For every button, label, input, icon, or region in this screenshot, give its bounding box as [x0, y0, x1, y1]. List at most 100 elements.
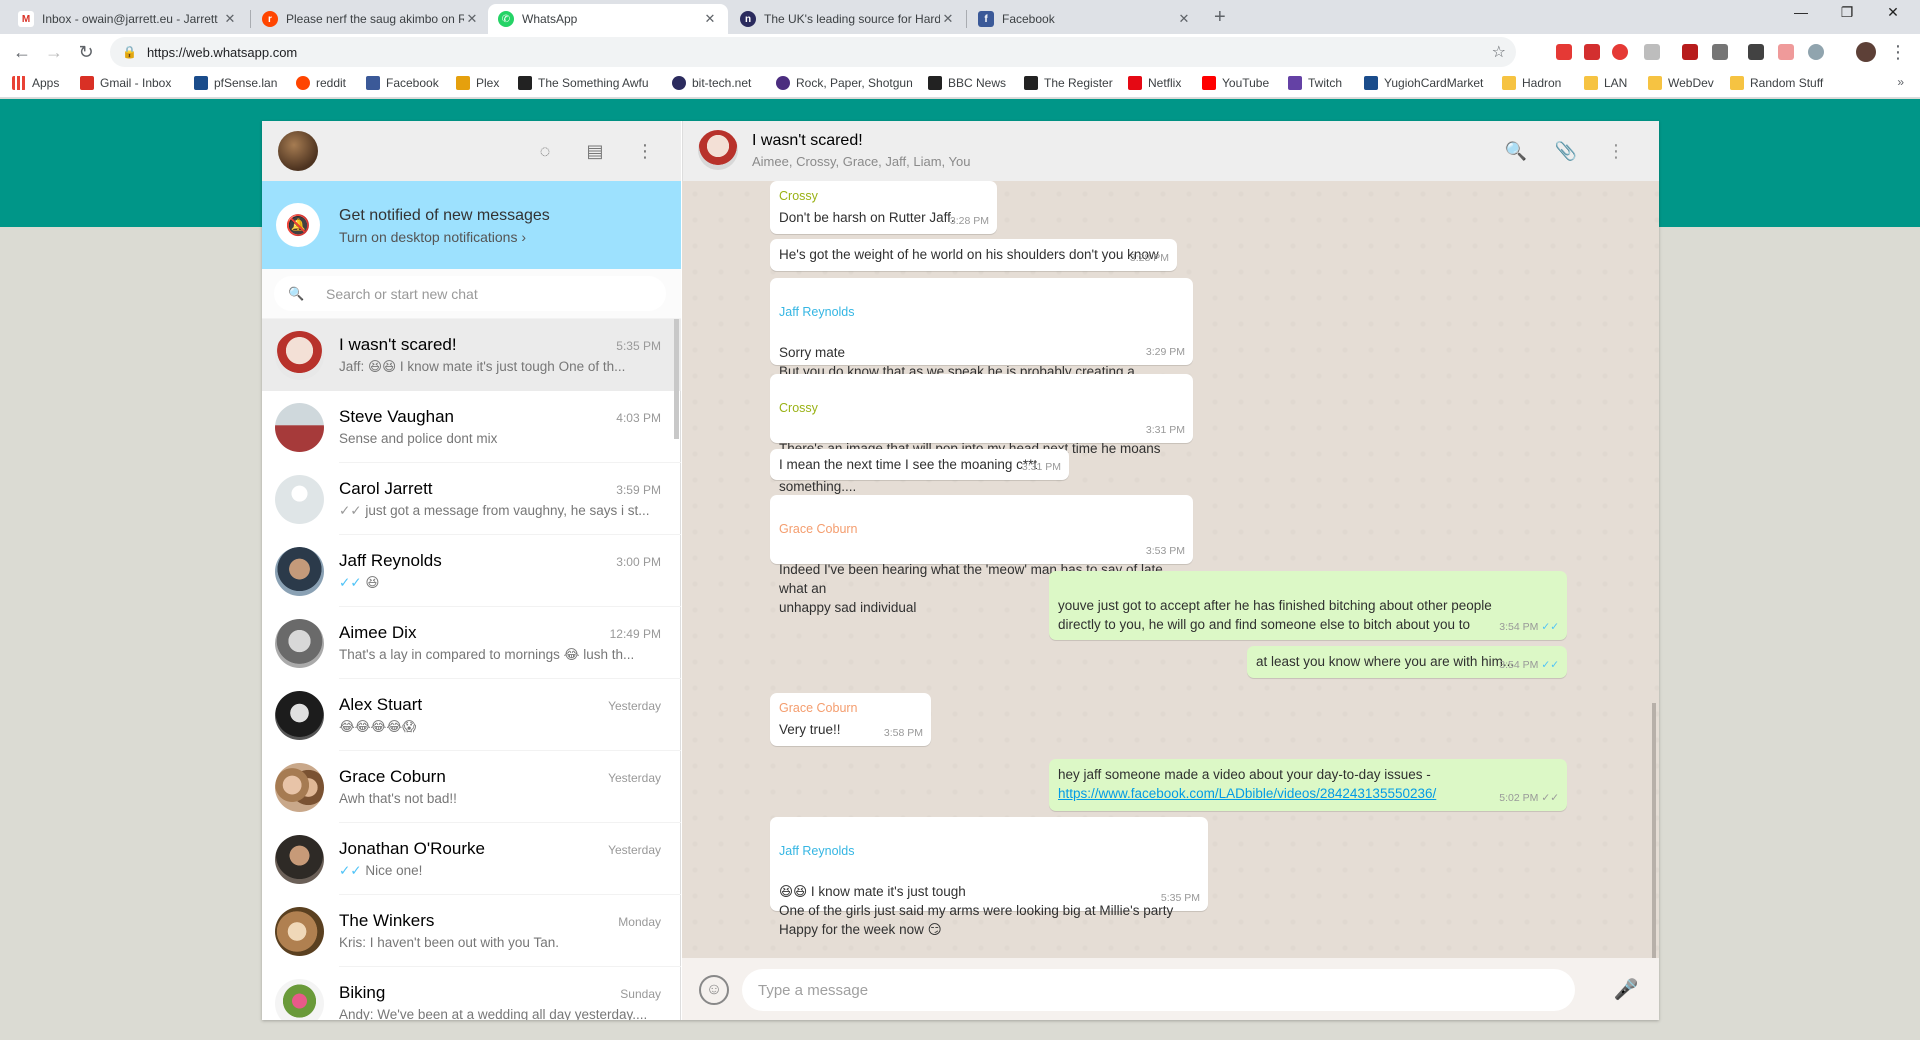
- chat-last-message: Awh that's not bad!!: [339, 791, 457, 806]
- bookmark-netflix[interactable]: Netflix: [1128, 76, 1181, 90]
- bookmark-youtube[interactable]: YouTube: [1202, 76, 1269, 90]
- chat-item[interactable]: Alex Stuart Yesterday 😂😂😂😂😱: [262, 679, 681, 751]
- gmail-icon: [80, 76, 94, 90]
- close-tab-icon[interactable]: ✕: [222, 11, 238, 27]
- profile-avatar[interactable]: [1856, 42, 1876, 62]
- chat-name: Jaff Reynolds: [339, 551, 442, 570]
- sidebar-scrollbar[interactable]: [674, 319, 679, 439]
- bookmark-rps[interactable]: Rock, Paper, Shotgun: [776, 76, 913, 90]
- bookmark-reddit[interactable]: reddit: [296, 76, 346, 90]
- tab-facebook[interactable]: f Facebook ✕: [968, 4, 1202, 34]
- status-icon[interactable]: ◌: [533, 139, 557, 163]
- extension-icon[interactable]: [1612, 44, 1628, 60]
- bookmark-twitch[interactable]: Twitch: [1288, 76, 1342, 90]
- chrome-menu-icon[interactable]: ⋮: [1886, 40, 1910, 64]
- extension-icon[interactable]: [1808, 44, 1824, 60]
- menu-icon[interactable]: ⋮: [633, 139, 657, 163]
- tab-gmail[interactable]: M Inbox - owain@jarrett.eu - Jarrett ✕: [8, 4, 248, 34]
- search-icon[interactable]: 🔍: [1503, 138, 1529, 164]
- enable-notifications-link[interactable]: Turn on desktop notifications ›: [339, 229, 526, 245]
- ublock-icon[interactable]: [1682, 44, 1698, 60]
- address-bar[interactable]: 🔒 https://web.whatsapp.com ☆: [110, 37, 1516, 67]
- attach-icon[interactable]: 📎: [1553, 138, 1579, 164]
- notification-banner[interactable]: 🔕 Get notified of new messages Turn on d…: [262, 181, 681, 269]
- bookmark-folder-webdev[interactable]: WebDev: [1648, 76, 1714, 90]
- extension-icon[interactable]: [1712, 44, 1728, 60]
- bookmark-folder-hadron[interactable]: Hadron: [1502, 76, 1561, 90]
- bookmarks-overflow-button[interactable]: »: [1897, 75, 1904, 89]
- bookmark-plex[interactable]: Plex: [456, 76, 499, 90]
- close-tab-icon[interactable]: ✕: [464, 11, 480, 27]
- bookmark-star-icon[interactable]: ☆: [1492, 42, 1506, 62]
- reddit-icon: [296, 76, 310, 90]
- close-tab-icon[interactable]: ✕: [702, 11, 718, 27]
- message-input[interactable]: [758, 981, 1575, 999]
- chat-item[interactable]: Carol Jarrett 3:59 PM ✓✓ just got a mess…: [262, 463, 681, 535]
- chat-list: I wasn't scared! 5:35 PM Jaff: 😆😆 I know…: [262, 319, 681, 1020]
- tab-whatsapp[interactable]: ✆ WhatsApp ✕: [488, 4, 728, 34]
- microphone-icon[interactable]: 🎤: [1614, 976, 1639, 1002]
- chat-body: Carol Jarrett 3:59 PM ✓✓ just got a mess…: [339, 463, 681, 535]
- reload-button[interactable]: ↻: [74, 40, 98, 64]
- bookmark-register[interactable]: The Register: [1024, 76, 1113, 90]
- chat-item[interactable]: Grace Coburn Yesterday Awh that's not ba…: [262, 751, 681, 823]
- tab-title: Facebook: [1002, 12, 1055, 26]
- my-avatar[interactable]: [278, 131, 318, 171]
- extension-icon[interactable]: [1644, 44, 1660, 60]
- lock-icon: 🔒: [122, 45, 137, 59]
- forward-button[interactable]: →: [42, 40, 66, 64]
- extension-icon[interactable]: [1556, 44, 1572, 60]
- chat-item[interactable]: Jonathan O'Rourke Yesterday ✓✓ Nice one!: [262, 823, 681, 895]
- close-tab-icon[interactable]: ✕: [940, 11, 956, 27]
- back-button[interactable]: ←: [10, 40, 34, 64]
- chat-last-text: 😆: [365, 575, 380, 590]
- extension-icon[interactable]: [1778, 44, 1794, 60]
- avatar: [275, 690, 324, 740]
- twitch-icon: [1288, 76, 1302, 90]
- bookmark-facebook[interactable]: Facebook: [366, 76, 439, 90]
- chat-item[interactable]: Jaff Reynolds 3:00 PM ✓✓ 😆: [262, 535, 681, 607]
- chat-item[interactable]: I wasn't scared! 5:35 PM Jaff: 😆😆 I know…: [262, 319, 681, 391]
- group-avatar[interactable]: [698, 130, 738, 170]
- adblock-icon[interactable]: [1584, 44, 1600, 60]
- bookmark-folder-random[interactable]: Random Stuff: [1730, 76, 1823, 90]
- conversation-panel: I wasn't scared! Aimee, Crossy, Grace, J…: [682, 121, 1659, 1020]
- new-tab-button[interactable]: +: [1214, 6, 1226, 29]
- menu-icon[interactable]: ⋮: [1603, 138, 1629, 164]
- messages-scrollbar[interactable]: [1652, 703, 1656, 958]
- chat-item[interactable]: The Winkers Monday Kris: I haven't been …: [262, 895, 681, 967]
- tab-bittech[interactable]: n The UK's leading source for Hard ✕: [730, 4, 966, 34]
- bookmark-somethingawful[interactable]: The Something Awful: [518, 76, 648, 90]
- extension-icon[interactable]: [1748, 44, 1764, 60]
- chat-last-message: Jaff: 😆😆 I know mate it's just tough One…: [339, 359, 626, 374]
- chat-item[interactable]: Steve Vaughan 4:03 PM Sense and police d…: [262, 391, 681, 463]
- tab-reddit[interactable]: r Please nerf the saug akimbo on R ✕: [252, 4, 490, 34]
- tab-title: WhatsApp: [522, 12, 578, 26]
- bookmark-gmail[interactable]: Gmail - Inbox: [80, 76, 171, 90]
- bookmark-yugioh[interactable]: YugiohCardMarket: [1364, 76, 1483, 90]
- bookmark-bittech[interactable]: bit-tech.net: [672, 76, 751, 90]
- search-icon: 🔍: [288, 285, 305, 301]
- bookmark-apps[interactable]: Apps: [12, 76, 59, 90]
- bookmark-bbcnews[interactable]: BBC News: [928, 76, 1006, 90]
- message-list: Crossy Don't be harsh on Rutter Jaff. 3:…: [682, 181, 1659, 958]
- maximize-button[interactable]: ❐: [1824, 4, 1870, 21]
- bookmark-pfsense[interactable]: pfSense.lan: [194, 76, 277, 90]
- message-text: He's got the weight of he world on his s…: [779, 247, 1159, 262]
- new-chat-icon[interactable]: ▤: [583, 139, 607, 163]
- search-input[interactable]: [316, 285, 666, 302]
- chat-body: Grace Coburn Yesterday Awh that's not ba…: [339, 751, 681, 823]
- message-link[interactable]: https://www.facebook.com/LADbible/videos…: [1058, 786, 1436, 801]
- message-sender: Jaff Reynolds: [779, 844, 855, 858]
- message-sender: Jaff Reynolds: [779, 305, 855, 319]
- close-tab-icon[interactable]: ✕: [1176, 11, 1192, 27]
- chat-last-text: just got a message from vaughny, he says…: [365, 503, 650, 518]
- bookmark-folder-lan[interactable]: LAN: [1584, 76, 1627, 90]
- conversation-header[interactable]: I wasn't scared! Aimee, Crossy, Grace, J…: [682, 121, 1659, 181]
- chat-item[interactable]: Aimee Dix 12:49 PM That's a lay in compa…: [262, 607, 681, 679]
- chat-item[interactable]: Biking Sunday Andy: We've been at a wedd…: [262, 967, 681, 1020]
- tab-title: Inbox - owain@jarrett.eu - Jarrett: [42, 12, 218, 26]
- minimize-button[interactable]: —: [1778, 4, 1824, 20]
- emoji-icon[interactable]: ☺: [699, 975, 729, 1005]
- close-window-button[interactable]: ✕: [1870, 4, 1916, 21]
